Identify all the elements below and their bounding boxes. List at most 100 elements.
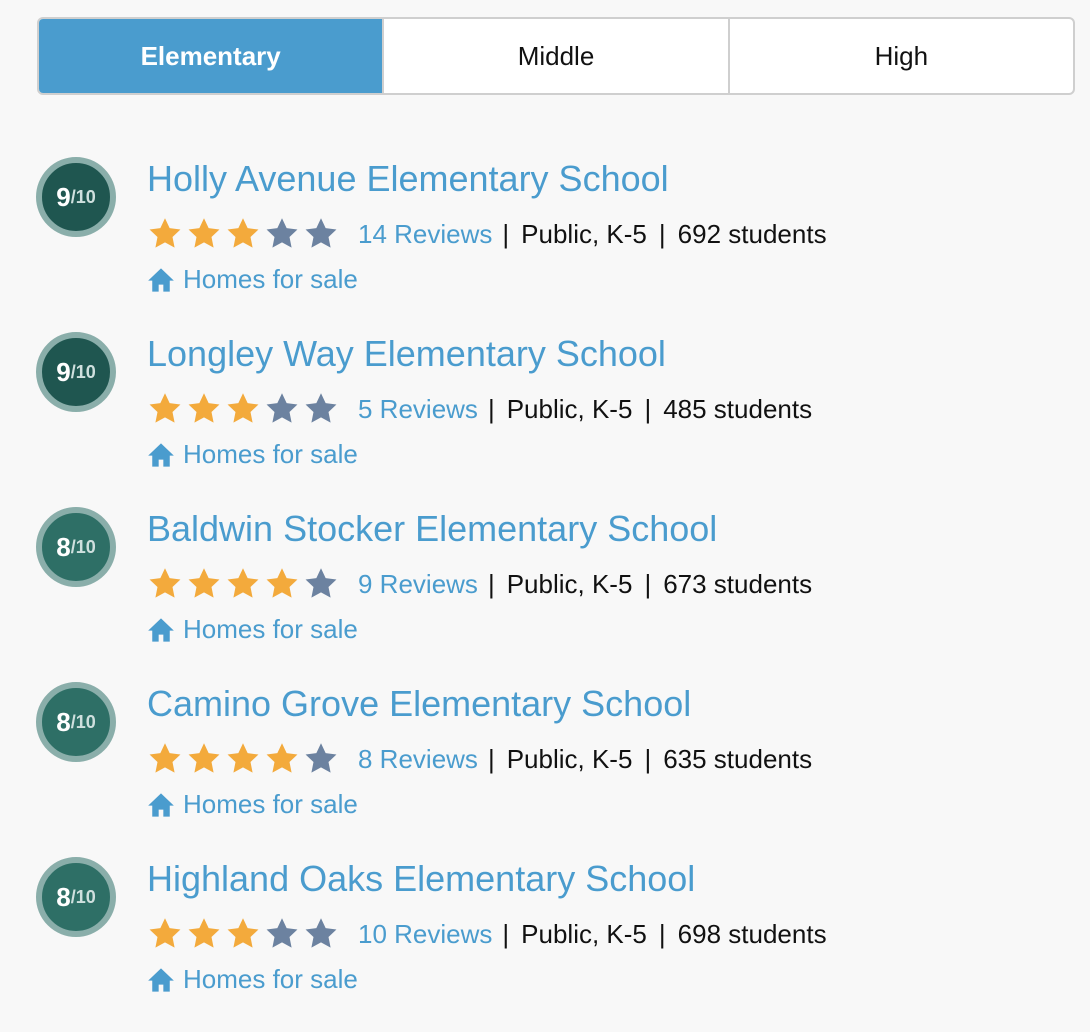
- separator: |: [644, 743, 652, 774]
- tab-high[interactable]: High: [727, 19, 1073, 93]
- star-filled-icon: [149, 393, 181, 423]
- rating-value: 8: [56, 881, 71, 912]
- reviews-link[interactable]: 8 Reviews: [358, 744, 478, 775]
- student-count: 673 students: [663, 568, 813, 599]
- star-empty-icon: [305, 393, 337, 423]
- homes-for-sale-label: Homes for sale: [183, 614, 358, 644]
- star-rating: [147, 216, 342, 252]
- separator: |: [487, 743, 495, 774]
- star-filled-icon: [188, 568, 220, 598]
- reviews-link[interactable]: 9 Reviews: [358, 569, 478, 600]
- school-list-item: 9/10 Longley Way Elementary School 5 Rev…: [0, 325, 1090, 500]
- rating-denominator: /10: [70, 186, 96, 207]
- student-count: 698 students: [677, 918, 827, 949]
- rating-value: 9: [56, 356, 71, 387]
- star-filled-icon: [227, 218, 259, 248]
- home-icon: [148, 617, 174, 642]
- school-details: 5 Reviews | Public, K-5 | 485 students: [147, 391, 812, 427]
- star-empty-icon: [266, 393, 298, 423]
- homes-for-sale-label: Homes for sale: [183, 264, 358, 294]
- separator: |: [487, 568, 495, 599]
- tab-elementary[interactable]: Elementary: [39, 19, 383, 93]
- star-rating: [147, 391, 342, 427]
- school-name-link[interactable]: Holly Avenue Elementary School: [147, 158, 669, 200]
- star-filled-icon: [149, 568, 181, 598]
- separator: |: [644, 568, 652, 599]
- student-count: 635 students: [663, 743, 813, 774]
- separator: |: [658, 218, 666, 249]
- separator: |: [644, 393, 652, 424]
- school-list-item: 8/10 Highland Oaks Elementary School 10 …: [0, 850, 1090, 1025]
- school-type: Public, K-5: [521, 218, 647, 249]
- homes-for-sale-link[interactable]: Homes for sale: [147, 439, 358, 470]
- school-type: Public, K-5: [521, 918, 647, 949]
- star-filled-icon: [188, 918, 220, 948]
- school-type: Public, K-5: [506, 568, 633, 599]
- star-empty-icon: [305, 218, 337, 248]
- star-empty-icon: [305, 743, 337, 773]
- rating-denominator: /10: [70, 536, 96, 557]
- star-filled-icon: [227, 568, 259, 598]
- star-filled-icon: [149, 743, 181, 773]
- home-icon: [148, 967, 174, 992]
- separator: |: [487, 393, 495, 424]
- star-rating: [147, 566, 342, 602]
- homes-for-sale-label: Homes for sale: [183, 964, 358, 994]
- home-icon: [148, 267, 174, 292]
- rating-denominator: /10: [70, 361, 96, 382]
- school-list-item: 8/10 Baldwin Stocker Elementary School 9…: [0, 500, 1090, 675]
- rating-denominator: /10: [70, 711, 96, 732]
- rating-value: 8: [56, 531, 71, 562]
- separator: |: [502, 218, 510, 249]
- reviews-link[interactable]: 10 Reviews: [358, 919, 492, 950]
- star-filled-icon: [266, 568, 298, 598]
- student-count: 485 students: [663, 393, 813, 424]
- star-rating: [147, 916, 342, 952]
- homes-for-sale-link[interactable]: Homes for sale: [147, 614, 358, 645]
- rating-badge: 9/10: [36, 157, 116, 237]
- star-filled-icon: [227, 918, 259, 948]
- rating-denominator: /10: [70, 886, 96, 907]
- star-rating: [147, 741, 342, 777]
- star-empty-icon: [266, 218, 298, 248]
- homes-for-sale-link[interactable]: Homes for sale: [147, 789, 358, 820]
- school-list-item: 9/10 Holly Avenue Elementary School 14 R…: [0, 150, 1090, 325]
- homes-for-sale-link[interactable]: Homes for sale: [147, 264, 358, 295]
- rating-badge: 9/10: [36, 332, 116, 412]
- tab-middle[interactable]: Middle: [382, 19, 727, 93]
- star-filled-icon: [227, 393, 259, 423]
- separator: |: [658, 918, 666, 949]
- star-empty-icon: [305, 918, 337, 948]
- school-name-link[interactable]: Baldwin Stocker Elementary School: [147, 508, 717, 550]
- rating-value: 8: [56, 706, 71, 737]
- home-icon: [148, 442, 174, 467]
- school-details: 8 Reviews | Public, K-5 | 635 students: [147, 741, 812, 777]
- school-name-link[interactable]: Longley Way Elementary School: [147, 333, 666, 375]
- rating-badge: 8/10: [36, 682, 116, 762]
- homes-for-sale-label: Homes for sale: [183, 439, 358, 469]
- star-filled-icon: [149, 218, 181, 248]
- star-filled-icon: [188, 393, 220, 423]
- school-name-link[interactable]: Camino Grove Elementary School: [147, 683, 691, 725]
- home-icon: [148, 792, 174, 817]
- school-name-link[interactable]: Highland Oaks Elementary School: [147, 858, 695, 900]
- star-filled-icon: [149, 918, 181, 948]
- separator: |: [502, 918, 510, 949]
- homes-for-sale-label: Homes for sale: [183, 789, 358, 819]
- reviews-link[interactable]: 14 Reviews: [358, 219, 492, 250]
- school-details: 9 Reviews | Public, K-5 | 673 students: [147, 566, 812, 602]
- star-empty-icon: [266, 918, 298, 948]
- star-empty-icon: [305, 568, 337, 598]
- star-filled-icon: [266, 743, 298, 773]
- star-filled-icon: [227, 743, 259, 773]
- school-list-item: 8/10 Camino Grove Elementary School 8 Re…: [0, 675, 1090, 850]
- homes-for-sale-link[interactable]: Homes for sale: [147, 964, 358, 995]
- reviews-link[interactable]: 5 Reviews: [358, 394, 478, 425]
- school-list: 9/10 Holly Avenue Elementary School 14 R…: [0, 150, 1090, 1025]
- school-type: Public, K-5: [506, 743, 633, 774]
- star-filled-icon: [188, 218, 220, 248]
- student-count: 692 students: [677, 218, 827, 249]
- rating-badge: 8/10: [36, 857, 116, 937]
- rating-badge: 8/10: [36, 507, 116, 587]
- school-level-tabs: Elementary Middle High: [37, 17, 1075, 95]
